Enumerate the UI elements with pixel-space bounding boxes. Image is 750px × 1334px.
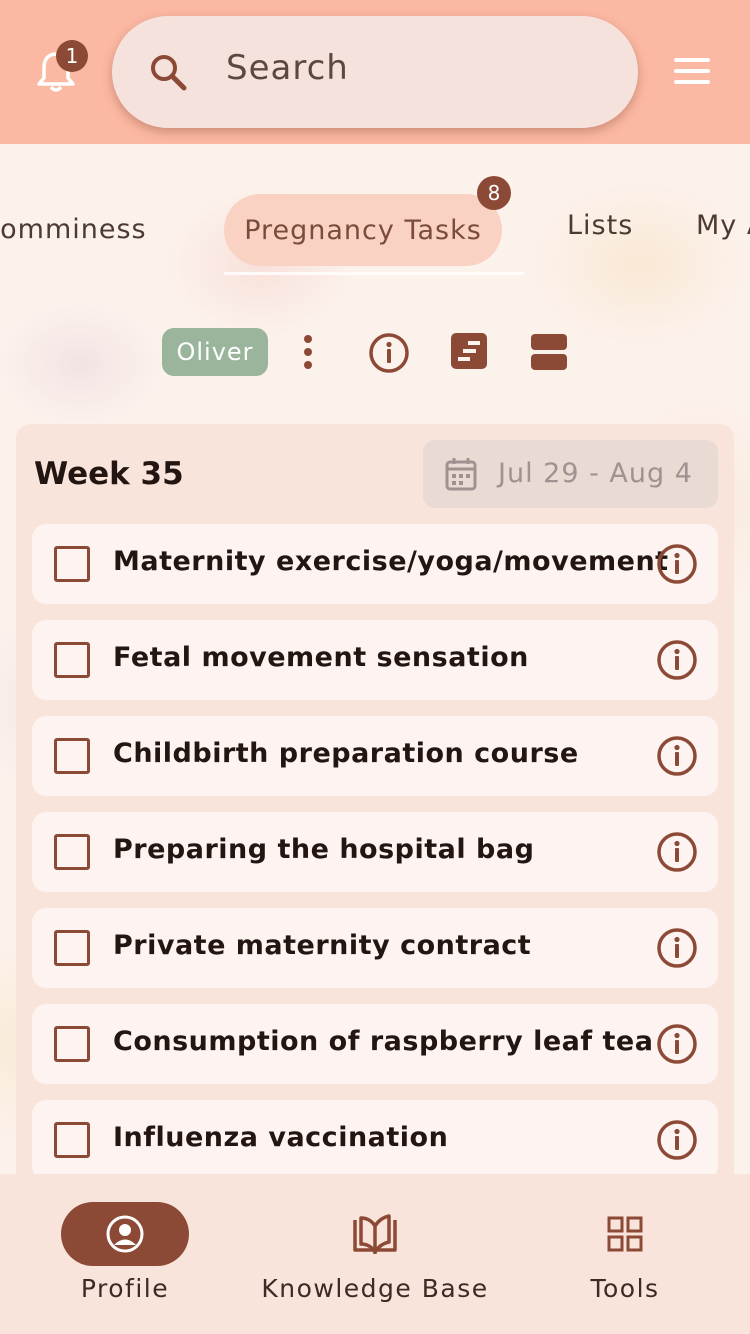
child-name-chip[interactable]: Oliver — [162, 328, 268, 376]
category-tabs: Somminess Pregnancy Tasks Lists My A — [0, 190, 750, 280]
task-info-icon[interactable] — [656, 639, 698, 681]
notification-badge: 1 — [56, 40, 88, 72]
week-title: Week 35 — [34, 456, 184, 492]
search-bar[interactable]: Search — [112, 16, 638, 128]
more-options-icon[interactable] — [300, 334, 316, 370]
info-icon[interactable] — [368, 332, 410, 374]
open-book-icon — [353, 1214, 397, 1254]
task-row[interactable]: Fetal movement sensation — [32, 620, 718, 700]
date-range-button[interactable]: Jul 29 - Aug 4 — [423, 440, 718, 508]
task-info-icon[interactable] — [656, 1119, 698, 1161]
nav-active-indicator — [61, 1202, 189, 1266]
task-row[interactable]: Influenza vaccination — [32, 1100, 718, 1180]
tab-indicator — [224, 272, 524, 275]
search-input[interactable]: Search — [226, 48, 349, 88]
calendar-icon — [445, 457, 477, 491]
task-info-icon[interactable] — [656, 1023, 698, 1065]
sort-list-icon[interactable] — [450, 332, 488, 370]
nav-label-tools: Tools — [590, 1274, 660, 1303]
grid-icon — [607, 1216, 643, 1252]
bottom-navigation: Profile Knowledge Base Tools — [0, 1174, 750, 1334]
task-label: Private maternity contract — [113, 930, 532, 961]
profile-icon — [106, 1215, 144, 1253]
tab-somminess[interactable]: Somminess — [0, 214, 147, 245]
task-checkbox[interactable] — [54, 930, 90, 966]
task-checkbox[interactable] — [54, 546, 90, 582]
search-icon — [148, 52, 188, 92]
tab-lists[interactable]: Lists — [567, 210, 633, 241]
hamburger-menu-icon[interactable] — [674, 58, 714, 88]
task-row[interactable]: Preparing the hospital bag — [32, 812, 718, 892]
task-info-icon[interactable] — [656, 735, 698, 777]
task-label: Influenza vaccination — [113, 1122, 449, 1153]
task-info-icon[interactable] — [656, 543, 698, 585]
task-checkbox[interactable] — [54, 738, 90, 774]
task-row[interactable]: Consumption of raspberry leaf tea — [32, 1004, 718, 1084]
task-info-icon[interactable] — [656, 831, 698, 873]
nav-tools[interactable]: Tools — [500, 1174, 750, 1334]
nav-label-knowledge-base: Knowledge Base — [261, 1274, 489, 1303]
task-label: Maternity exercise/yoga/movement — [113, 546, 669, 577]
task-row[interactable]: Maternity exercise/yoga/movement — [32, 524, 718, 604]
task-checkbox[interactable] — [54, 642, 90, 678]
tab-my[interactable]: My A — [696, 210, 750, 241]
tab-count-badge: 8 — [477, 176, 511, 210]
task-row[interactable]: Childbirth preparation course — [32, 716, 718, 796]
task-info-icon[interactable] — [656, 927, 698, 969]
split-view-icon[interactable] — [530, 333, 568, 371]
nav-knowledge-base[interactable]: Knowledge Base — [250, 1174, 500, 1334]
task-label: Consumption of raspberry leaf tea — [113, 1026, 654, 1057]
top-app-bar: 1 Search — [0, 0, 750, 144]
nav-label-profile: Profile — [80, 1274, 170, 1303]
date-range-text: Jul 29 - Aug 4 — [498, 458, 693, 489]
task-row[interactable]: Private maternity contract — [32, 908, 718, 988]
task-label: Childbirth preparation course — [113, 738, 579, 769]
task-label: Fetal movement sensation — [113, 642, 529, 673]
tab-pregnancy-tasks[interactable]: Pregnancy Tasks — [224, 194, 502, 266]
task-checkbox[interactable] — [54, 1026, 90, 1062]
task-label: Preparing the hospital bag — [113, 834, 535, 865]
task-checkbox[interactable] — [54, 834, 90, 870]
nav-profile[interactable]: Profile — [0, 1174, 250, 1334]
task-checkbox[interactable] — [54, 1122, 90, 1158]
